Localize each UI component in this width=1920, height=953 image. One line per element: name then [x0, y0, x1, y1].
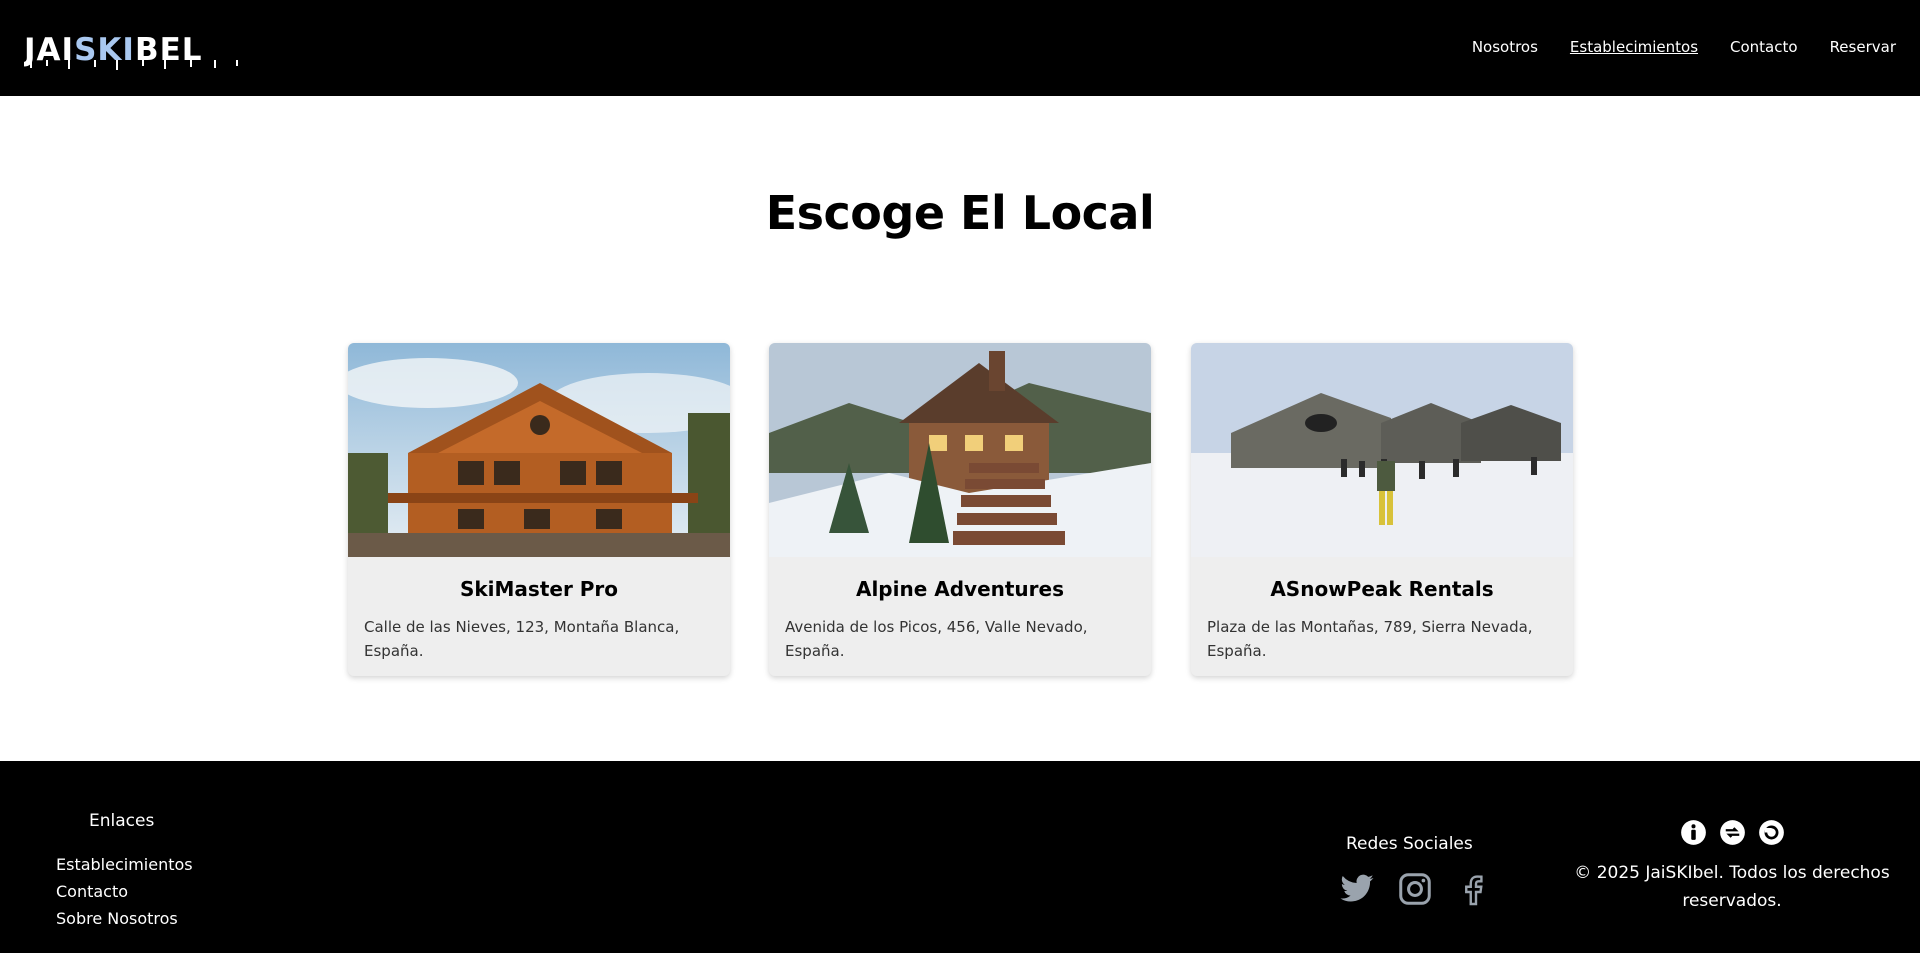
site-footer: Enlaces Establecimientos Contacto Sobre …: [0, 761, 1920, 953]
nav-link-establecimientos[interactable]: Establecimientos: [1570, 38, 1698, 56]
page-title: Escoge El Local: [765, 186, 1155, 240]
license-badges: [1680, 819, 1785, 846]
nav-link-contacto[interactable]: Contacto: [1730, 38, 1798, 56]
instagram-icon[interactable]: [1397, 871, 1433, 907]
location-card-alpine[interactable]: Alpine Adventures Avenida de los Picos, …: [769, 343, 1151, 676]
attribution-icon[interactable]: [1680, 819, 1707, 846]
cc-circle-icon[interactable]: [1758, 819, 1785, 846]
location-card-asnowpeak[interactable]: ASnowPeak Rentals Plaza de las Montañas,…: [1191, 343, 1573, 676]
location-address: Calle de las Nieves, 123, Montaña Blanca…: [364, 618, 680, 660]
location-address: Plaza de las Montañas, 789, Sierra Nevad…: [1207, 618, 1533, 660]
nav-link-reservar[interactable]: Reservar: [1830, 38, 1896, 56]
location-address: Avenida de los Picos, 456, Valle Nevado,…: [785, 618, 1088, 660]
location-name: SkiMaster Pro: [459, 577, 619, 601]
location-name: Alpine Adventures: [855, 577, 1065, 601]
share-alike-icon[interactable]: [1719, 819, 1746, 846]
ski-resort-photo: [1191, 343, 1573, 557]
facebook-icon[interactable]: [1455, 871, 1491, 907]
location-card-skimaster[interactable]: SkiMaster Pro Calle de las Nieves, 123, …: [348, 343, 730, 676]
svg-text:JAISKIBEL: JAISKIBEL: [24, 32, 203, 68]
main-nav: Nosotros Establecimientos Contacto Reser…: [1472, 38, 1896, 56]
copyright-text: © 2025 JaiSKIbel. Todos los derechos res…: [1574, 863, 1890, 911]
site-header: JAISKIBEL Nosotros Establecimientos Cont…: [0, 0, 1920, 96]
location-name: ASnowPeak Rentals: [1270, 577, 1494, 601]
footer-links: Establecimientos Contacto Sobre Nosotros: [56, 855, 193, 928]
social-title: Redes Sociales: [1346, 834, 1473, 854]
footer-link-establecimientos[interactable]: Establecimientos: [56, 855, 193, 874]
footer-links-title: Enlaces: [89, 811, 155, 831]
chalet-photo: [769, 343, 1151, 557]
cabin-photo: [348, 343, 730, 557]
twitter-icon[interactable]: [1339, 871, 1375, 907]
social-links: [1339, 871, 1491, 907]
footer-link-contacto[interactable]: Contacto: [56, 882, 193, 901]
footer-link-sobre-nosotros[interactable]: Sobre Nosotros: [56, 909, 193, 928]
nav-link-nosotros[interactable]: Nosotros: [1472, 38, 1538, 56]
jaiskibel-logo[interactable]: JAISKIBEL: [24, 28, 254, 72]
